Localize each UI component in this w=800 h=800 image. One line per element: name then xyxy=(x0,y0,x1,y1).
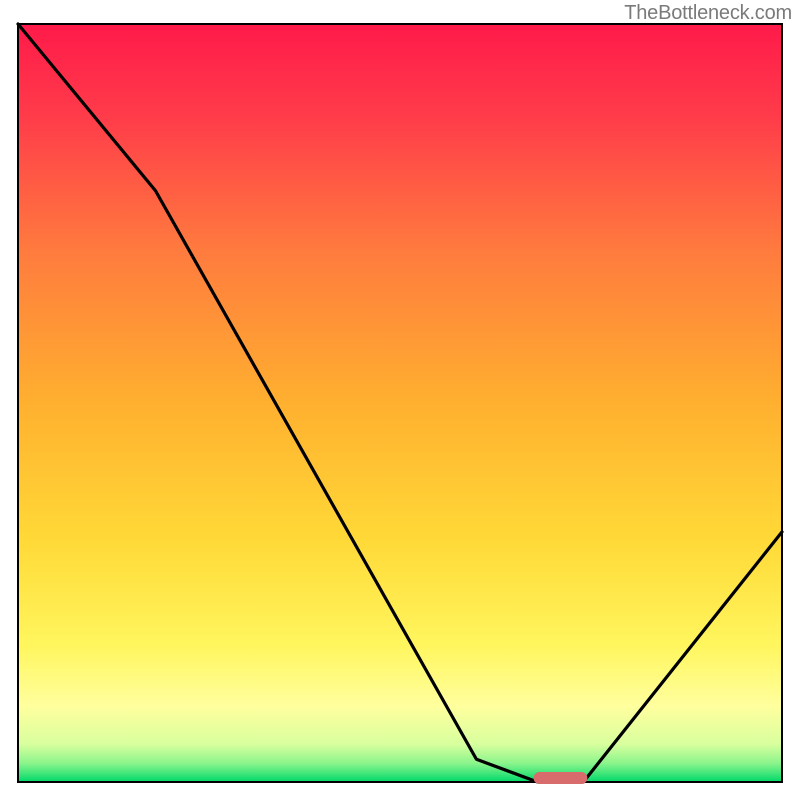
chart-container: TheBottleneck.com xyxy=(0,0,800,800)
watermark-text: TheBottleneck.com xyxy=(624,2,792,25)
chart-svg xyxy=(0,0,800,800)
optimum-marker xyxy=(534,772,588,784)
plot-background xyxy=(18,24,782,782)
